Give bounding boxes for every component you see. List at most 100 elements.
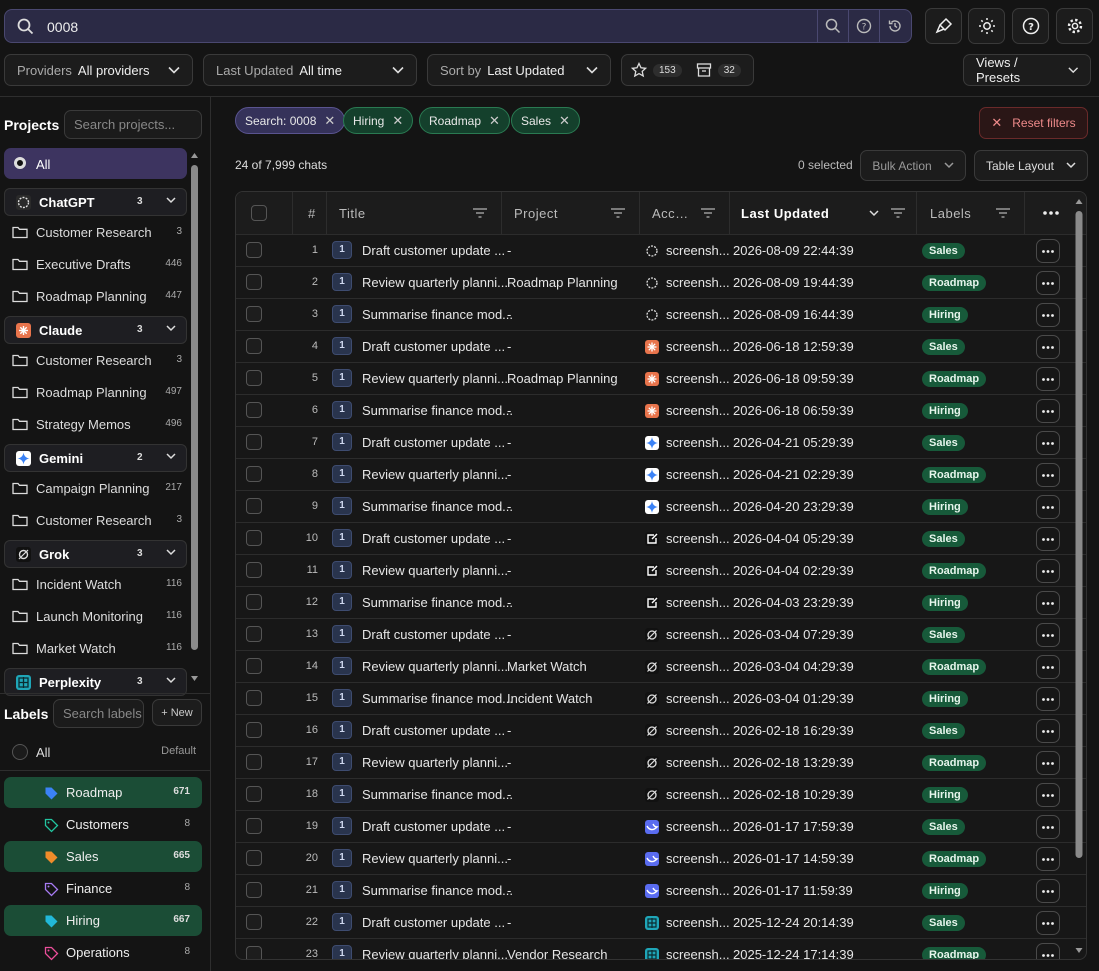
labels-search-input[interactable]: Search labels [53, 699, 144, 728]
row-more-button[interactable] [1036, 623, 1060, 647]
bulk-action-button[interactable]: Bulk Action [860, 150, 966, 181]
table-row[interactable]: 17 1 Review quarterly planni... - screensh..… [236, 746, 1086, 778]
close-icon[interactable]: ✕ [392, 113, 403, 129]
row-checkbox[interactable] [246, 370, 262, 386]
row-title[interactable]: Review quarterly planni... [362, 563, 508, 578]
chevron-down-icon[interactable] [166, 453, 176, 460]
row-checkbox[interactable] [246, 274, 262, 290]
table-row[interactable]: 9 1 Summarise finance mod... - screensh... 20… [236, 490, 1086, 522]
row-title[interactable]: Draft customer update ... [362, 819, 505, 834]
row-more-button[interactable] [1036, 527, 1060, 551]
row-more-button[interactable] [1036, 399, 1060, 423]
row-more-button[interactable] [1036, 655, 1060, 679]
row-label-tag[interactable]: Sales [922, 627, 965, 643]
select-all-checkbox[interactable] [251, 205, 267, 221]
close-icon[interactable]: ✕ [489, 113, 500, 129]
project-item[interactable]: Market Watch 116 [12, 636, 182, 660]
row-title[interactable]: Review quarterly planni... [362, 371, 508, 386]
row-label-tag[interactable]: Hiring [922, 787, 968, 803]
row-more-button[interactable] [1036, 271, 1060, 295]
row-label-tag[interactable]: Hiring [922, 499, 968, 515]
row-title[interactable]: Summarise finance mod... [362, 499, 513, 514]
row-title[interactable]: Review quarterly planni... [362, 467, 508, 482]
table-row[interactable]: 12 1 Summarise finance mod... - screensh... 2… [236, 586, 1086, 618]
row-checkbox[interactable] [246, 754, 262, 770]
row-title[interactable]: Draft customer update ... [362, 627, 505, 642]
last-updated-dropdown[interactable]: Last Updated All time [203, 54, 417, 86]
project-item[interactable]: Customer Research 3 [12, 220, 182, 244]
row-more-button[interactable] [1036, 335, 1060, 359]
row-title[interactable]: Draft customer update ... [362, 915, 505, 930]
table-row[interactable]: 8 1 Review quarterly planni... - screensh...… [236, 458, 1086, 490]
row-more-button[interactable] [1036, 911, 1060, 935]
row-label-tag[interactable]: Hiring [922, 307, 968, 323]
row-more-button[interactable] [1036, 463, 1060, 487]
label-item-roadmap[interactable]: Roadmap 671 [4, 777, 202, 808]
search-submit-icon[interactable] [817, 10, 848, 42]
row-checkbox[interactable] [246, 850, 262, 866]
project-item[interactable]: Roadmap Planning 447 [12, 284, 182, 308]
starred-filter[interactable]: 153 [631, 62, 682, 78]
row-title[interactable]: Draft customer update ... [362, 723, 505, 738]
row-more-button[interactable] [1036, 815, 1060, 839]
table-scrollbar[interactable] [1074, 196, 1084, 958]
row-title[interactable]: Draft customer update ... [362, 435, 505, 450]
theme-toggle-button[interactable] [968, 8, 1005, 44]
filter-chip[interactable]: Search: 0008 ✕ [235, 107, 346, 134]
row-label-tag[interactable]: Sales [922, 531, 965, 547]
row-checkbox[interactable] [246, 306, 262, 322]
table-row[interactable]: 23 1 Review quarterly planni... Vendor Rese… [236, 938, 1086, 959]
row-title[interactable]: Summarise finance mod... [362, 691, 513, 706]
row-label-tag[interactable]: Roadmap [922, 563, 987, 579]
row-label-tag[interactable]: Roadmap [922, 659, 987, 675]
row-label-tag[interactable]: Sales [922, 723, 965, 739]
row-title[interactable]: Summarise finance mod... [362, 403, 513, 418]
row-title[interactable]: Draft customer update ... [362, 243, 505, 258]
close-icon[interactable]: ✕ [324, 113, 335, 129]
row-checkbox[interactable] [246, 466, 262, 482]
row-more-button[interactable] [1036, 495, 1060, 519]
table-row[interactable]: 2 1 Review quarterly planni... Roadmap Plan… [236, 266, 1086, 298]
clean-brush-button[interactable] [925, 8, 962, 44]
table-row[interactable]: 22 1 Draft customer update ... - screensh...… [236, 906, 1086, 938]
row-title[interactable]: Review quarterly planni... [362, 755, 508, 770]
row-more-button[interactable] [1036, 847, 1060, 871]
projects-scrollbar[interactable] [190, 152, 199, 684]
row-checkbox[interactable] [246, 818, 262, 834]
provider-group-claude[interactable]: Claude 3 [4, 316, 187, 344]
table-row[interactable]: 16 1 Draft customer update ... - screensh...… [236, 714, 1086, 746]
table-row[interactable]: 15 1 Summarise finance mod... Incident Watc… [236, 682, 1086, 714]
row-title[interactable]: Review quarterly planni... [362, 659, 508, 674]
row-label-tag[interactable]: Hiring [922, 883, 968, 899]
table-row[interactable]: 3 1 Summarise finance mod... - screensh... 20… [236, 298, 1086, 330]
row-checkbox[interactable] [246, 658, 262, 674]
row-more-button[interactable] [1036, 559, 1060, 583]
project-all-item[interactable]: All [4, 148, 187, 179]
row-label-tag[interactable]: Hiring [922, 595, 968, 611]
project-item[interactable]: Roadmap Planning 497 [12, 380, 182, 404]
row-label-tag[interactable]: Sales [922, 339, 965, 355]
chevron-down-icon[interactable] [166, 677, 176, 684]
row-label-tag[interactable]: Roadmap [922, 851, 987, 867]
chevron-down-icon[interactable] [166, 549, 176, 556]
row-checkbox[interactable] [246, 530, 262, 546]
row-label-tag[interactable]: Roadmap [922, 275, 987, 291]
row-more-button[interactable] [1036, 239, 1060, 263]
filter-chip[interactable]: Sales ✕ [511, 107, 580, 134]
row-checkbox[interactable] [246, 882, 262, 898]
search-bar[interactable]: 0008 ? [4, 9, 912, 43]
row-label-tag[interactable]: Roadmap [922, 371, 987, 387]
project-item[interactable]: Executive Drafts 446 [12, 252, 182, 276]
filter-chip[interactable]: Roadmap ✕ [419, 107, 510, 134]
chevron-down-icon[interactable] [166, 197, 176, 204]
table-row[interactable]: 1 1 Draft customer update ... - screensh... 2… [236, 234, 1086, 266]
reset-filters-button[interactable]: ✕ Reset filters [979, 107, 1088, 139]
label-item-sales[interactable]: Sales 665 [4, 841, 202, 872]
search-input[interactable]: 0008 [47, 19, 78, 35]
row-more-button[interactable] [1036, 879, 1060, 903]
label-item-operations[interactable]: Operations 8 [4, 937, 202, 968]
table-layout-button[interactable]: Table Layout [974, 150, 1088, 181]
label-item-customers[interactable]: Customers 8 [4, 809, 202, 840]
row-title[interactable]: Summarise finance mod... [362, 307, 513, 322]
new-label-button[interactable]: + New [152, 699, 202, 726]
